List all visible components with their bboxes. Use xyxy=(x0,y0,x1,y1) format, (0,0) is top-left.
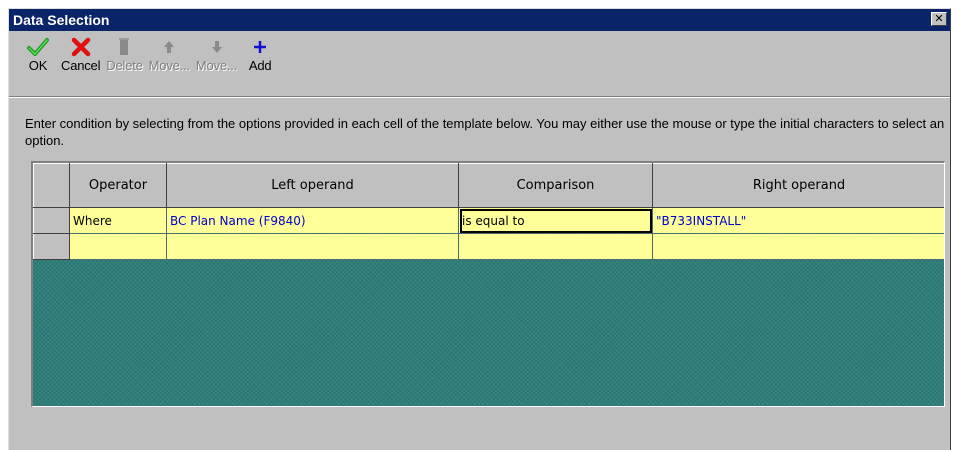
corner-header[interactable] xyxy=(33,163,70,208)
column-header-comparison[interactable]: Comparison xyxy=(458,163,653,208)
move-up-icon xyxy=(155,35,183,59)
column-header-left-operand[interactable]: Left operand xyxy=(166,163,459,208)
move-up-label: Move... xyxy=(148,58,190,73)
condition-table: Operator Left operand Comparison Right o… xyxy=(33,163,944,260)
delete-button[interactable]: Delete xyxy=(106,35,143,73)
title-bar: Data Selection ✕ xyxy=(9,9,950,31)
toolbar: OK Cancel Delete Move... Move... Add xyxy=(9,31,950,98)
right-operand-cell[interactable] xyxy=(652,233,944,260)
header-row: Operator Left operand Comparison Right o… xyxy=(33,163,944,208)
move-down-button[interactable]: Move... xyxy=(196,35,237,73)
column-header-right-operand[interactable]: Right operand xyxy=(652,163,944,208)
plus-icon xyxy=(246,35,274,59)
row-selector[interactable] xyxy=(33,207,70,234)
operator-cell[interactable] xyxy=(69,233,167,260)
left-operand-cell[interactable]: BC Plan Name (F9840) xyxy=(166,207,459,234)
row-selector[interactable] xyxy=(33,233,70,260)
add-button[interactable]: Add xyxy=(243,35,277,73)
window-title: Data Selection xyxy=(13,12,110,28)
table-row xyxy=(33,233,944,260)
condition-grid: Operator Left operand Comparison Right o… xyxy=(31,161,945,407)
move-down-icon xyxy=(203,35,231,59)
comparison-cell[interactable] xyxy=(458,233,653,260)
move-up-button[interactable]: Move... xyxy=(149,35,190,73)
cancel-label: Cancel xyxy=(61,58,101,73)
move-down-label: Move... xyxy=(195,58,238,73)
x-icon xyxy=(67,35,95,59)
ok-label: OK xyxy=(28,58,48,73)
left-operand-cell[interactable] xyxy=(166,233,459,260)
close-icon: ✕ xyxy=(934,12,944,25)
ok-button[interactable]: OK xyxy=(21,35,55,73)
column-header-operator[interactable]: Operator xyxy=(69,163,167,208)
right-operand-cell[interactable]: "B733INSTALL" xyxy=(652,207,944,234)
table-row: Where BC Plan Name (F9840) is equal to "… xyxy=(33,207,944,234)
dialog-content: Enter condition by selecting from the op… xyxy=(9,97,950,449)
close-button[interactable]: ✕ xyxy=(931,12,947,26)
cancel-button[interactable]: Cancel xyxy=(61,35,100,73)
instructions-text: Enter condition by selecting from the op… xyxy=(25,116,945,148)
delete-label: Delete xyxy=(106,58,143,73)
data-selection-window: Data Selection ✕ OK Cancel Delete Move..… xyxy=(8,8,951,450)
operator-cell[interactable]: Where xyxy=(69,207,167,234)
trash-icon xyxy=(110,35,138,59)
comparison-cell[interactable]: is equal to xyxy=(458,207,653,234)
check-icon xyxy=(24,35,52,59)
add-label: Add xyxy=(248,58,272,73)
